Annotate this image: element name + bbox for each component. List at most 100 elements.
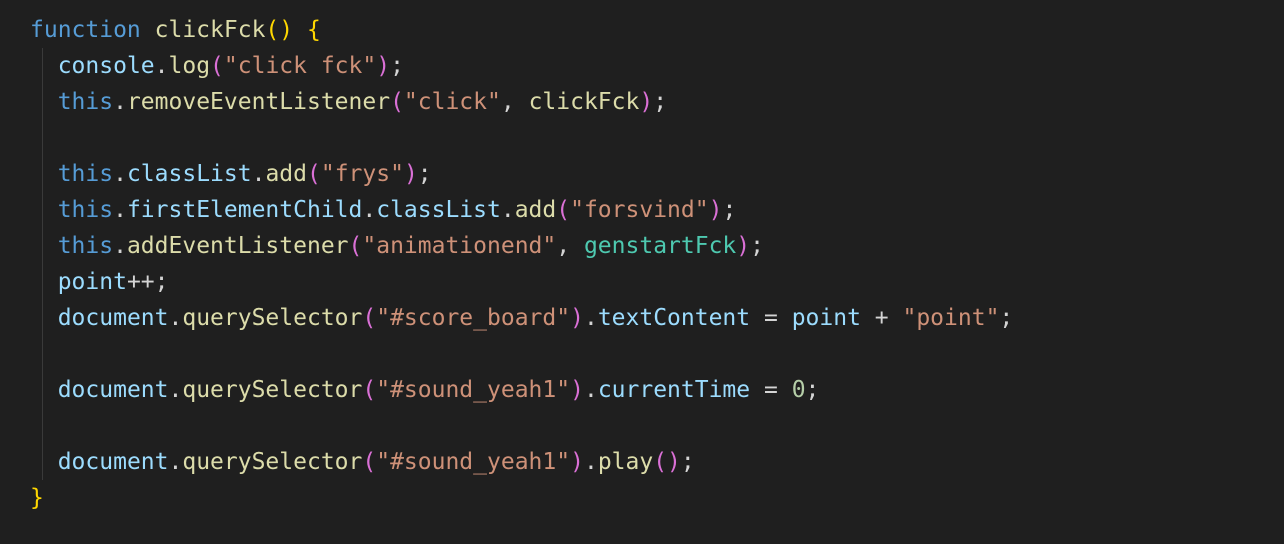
code-token: , xyxy=(500,89,529,115)
code-token: ; xyxy=(390,53,404,79)
code-token: + xyxy=(860,305,903,331)
code-token: "click" xyxy=(403,89,501,115)
code-token: function xyxy=(30,17,141,43)
code-token: "#sound_yeah1" xyxy=(376,449,571,475)
code-token: . xyxy=(154,53,169,79)
code-token: ++; xyxy=(126,269,169,295)
code-token: "#sound_yeah1" xyxy=(376,377,571,403)
code-token: document xyxy=(57,377,169,403)
code-token: this xyxy=(57,197,114,223)
code-token: . xyxy=(583,377,598,403)
code-token: removeEventListener xyxy=(126,89,391,115)
code-token: ) xyxy=(736,233,751,259)
code-line[interactable]: this.removeEventListener("click", clickF… xyxy=(30,84,1013,120)
code-token: . xyxy=(113,89,127,115)
code-token: "frys" xyxy=(320,161,404,187)
code-line[interactable]: document.querySelector("#sound_yeah1").c… xyxy=(30,372,1013,408)
code-token: addEventListener xyxy=(126,233,349,259)
code-token: . xyxy=(583,305,598,331)
code-token: ) xyxy=(708,197,723,223)
code-token: this xyxy=(57,233,114,259)
code-token: classList xyxy=(376,197,501,223)
code-token: document xyxy=(57,305,169,331)
code-line[interactable]: this.addEventListener("animationend", ge… xyxy=(30,228,1013,264)
code-line[interactable]: console.log("click fck"); xyxy=(30,48,1013,84)
code-token: ( xyxy=(362,305,377,331)
code-token: ) xyxy=(570,305,584,331)
code-token: ) xyxy=(403,161,418,187)
code-token: . xyxy=(113,233,127,259)
code-line[interactable]: document.querySelector("#score_board").t… xyxy=(30,300,1014,336)
code-token: clickFck xyxy=(528,89,640,115)
code-token: ; xyxy=(680,449,695,475)
code-line[interactable] xyxy=(30,336,1013,372)
code-token: querySelector xyxy=(182,377,363,403)
code-token: point xyxy=(57,269,127,295)
code-token: ( xyxy=(306,161,321,187)
code-token: ; xyxy=(417,161,432,187)
code-token: ( xyxy=(390,89,404,115)
code-token: point xyxy=(791,305,861,331)
code-token: ) xyxy=(639,89,654,115)
code-token: . xyxy=(500,197,515,223)
code-token: textContent xyxy=(597,305,751,331)
code-token: ( xyxy=(348,233,363,259)
code-token: classList xyxy=(126,161,252,187)
code-token: add xyxy=(514,197,557,223)
code-token: querySelector xyxy=(182,305,363,331)
code-token: . xyxy=(362,197,377,223)
code-token: ; xyxy=(653,89,668,115)
code-token: ( xyxy=(210,53,224,79)
code-token: currentTime xyxy=(597,377,751,403)
code-line[interactable]: } xyxy=(30,480,1013,516)
code-token: play xyxy=(597,449,654,475)
code-block[interactable]: function clickFck() { console.log("click… xyxy=(30,12,1013,516)
code-token: "forsvind" xyxy=(570,197,709,223)
code-line[interactable] xyxy=(30,408,1013,444)
code-line[interactable]: function clickFck() { xyxy=(30,12,1013,48)
code-line[interactable]: point++; xyxy=(30,264,1013,300)
code-line[interactable]: document.querySelector("#sound_yeah1").p… xyxy=(30,444,1013,480)
code-token: ) xyxy=(376,53,391,79)
code-token: . xyxy=(251,161,266,187)
code-line[interactable]: this.firstElementChild.classList.add("fo… xyxy=(30,192,1013,228)
code-line[interactable]: this.classList.add("frys"); xyxy=(30,156,1013,192)
code-token: "#score_board" xyxy=(376,305,571,331)
code-token: . xyxy=(168,377,183,403)
code-token: ; xyxy=(805,377,820,403)
code-editor[interactable]: function clickFck() { console.log("click… xyxy=(0,0,1284,544)
code-token: { xyxy=(306,17,321,43)
code-token: this xyxy=(57,89,114,115)
code-token: log xyxy=(168,53,211,79)
code-token: ( xyxy=(362,449,377,475)
code-token: firstElementChild xyxy=(126,197,363,223)
code-token: = xyxy=(750,305,792,331)
code-token: } xyxy=(30,485,44,511)
code-token: ; xyxy=(722,197,737,223)
code-token: ) xyxy=(570,449,584,475)
code-token: . xyxy=(168,449,183,475)
code-token: ) xyxy=(570,377,584,403)
code-token: querySelector xyxy=(182,449,363,475)
code-line[interactable] xyxy=(30,120,1013,156)
code-token: genstartFck xyxy=(583,233,737,259)
code-token: ( xyxy=(362,377,377,403)
code-token: ; xyxy=(999,305,1014,331)
code-token: . xyxy=(113,197,127,223)
code-token: () xyxy=(653,449,681,475)
code-token: clickFck xyxy=(154,17,266,43)
code-token: . xyxy=(168,305,183,331)
code-token: . xyxy=(113,161,127,187)
code-token: "animationend" xyxy=(362,233,557,259)
code-token: = xyxy=(750,377,792,403)
